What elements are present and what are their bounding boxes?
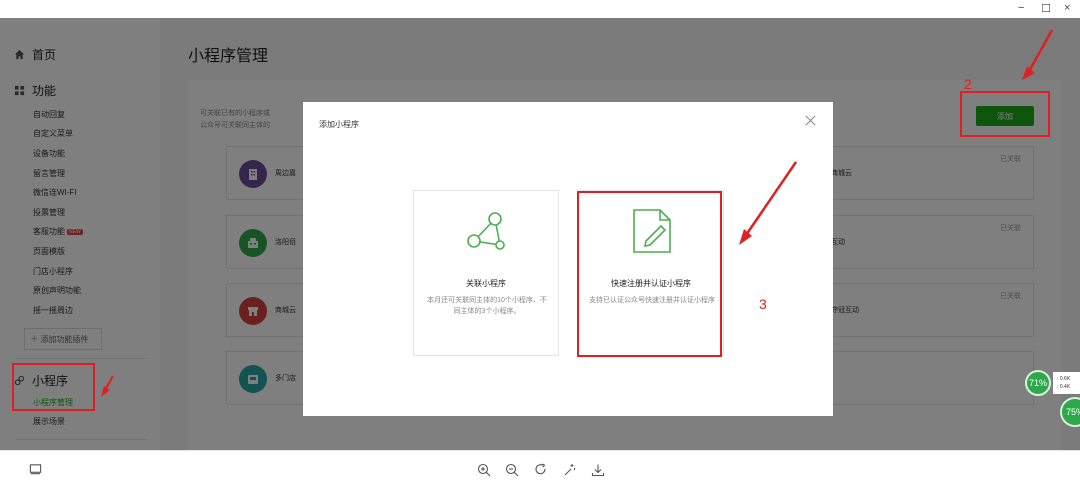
download-speed: 0.4K [1059, 384, 1071, 390]
annotation-arrows [101, 29, 1054, 397]
network-speed-badge[interactable]: 71% [1025, 370, 1051, 396]
upload-speed: 0.6K [1059, 376, 1071, 382]
network-speed-readout: ↑ 0.6K ↓ 0.4K [1053, 372, 1080, 394]
